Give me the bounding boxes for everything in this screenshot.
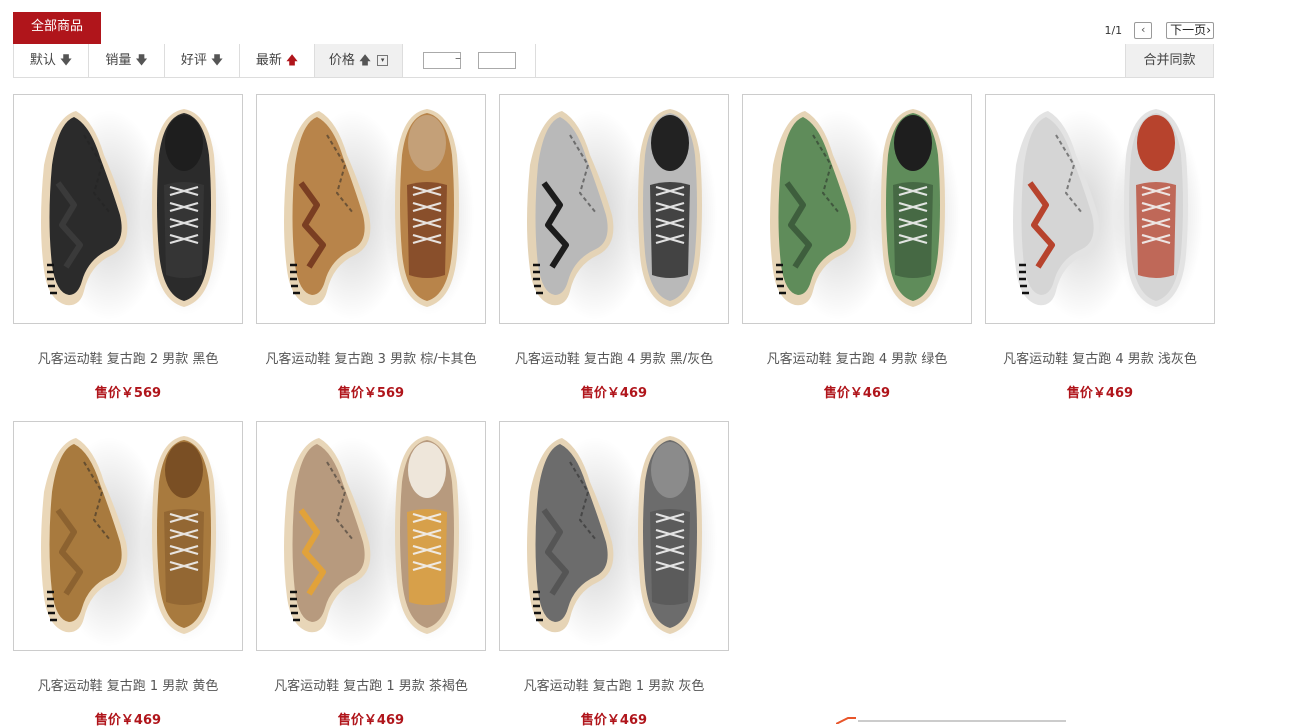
product-image-1	[284, 109, 474, 320]
product-card[interactable]: 凡客运动鞋 复古跑 3 男款 棕/卡其色 售价￥569	[256, 94, 486, 401]
price-range-filter: –	[402, 44, 536, 77]
product-card[interactable]: 凡客运动鞋 复古跑 4 男款 浅灰色 售价￥469	[985, 94, 1215, 401]
sort-rating[interactable]: 好评 🡇	[165, 44, 240, 77]
product-image-2	[527, 109, 717, 320]
product-name[interactable]: 凡客运动鞋 复古跑 1 男款 茶褐色	[256, 675, 486, 694]
arrow-down-icon: 🡇	[59, 53, 73, 67]
sort-sales-label: 销量	[105, 53, 132, 68]
dropdown-caret-icon[interactable]: ▾	[377, 55, 389, 66]
product-name[interactable]: 凡客运动鞋 复古跑 4 男款 黑/灰色	[499, 348, 729, 367]
product-thumbnail[interactable]	[256, 94, 486, 324]
sort-newest[interactable]: 最新 🡅	[240, 44, 315, 77]
product-price: 售价￥469	[580, 713, 648, 728]
sort-price[interactable]: 价格 🡅 ▾	[315, 44, 403, 77]
prev-page-button[interactable]: ‹	[1134, 21, 1153, 39]
merge-same-items-button[interactable]: 合并同款	[1125, 44, 1213, 77]
product-price: 售价￥469	[1066, 386, 1134, 401]
product-price: 售价￥469	[94, 713, 162, 728]
product-image-7	[527, 436, 717, 647]
product-name[interactable]: 凡客运动鞋 复古跑 1 男款 黄色	[13, 675, 243, 694]
next-page-label: 下一页	[1170, 22, 1207, 37]
chevron-right-icon: ›	[1206, 22, 1211, 37]
product-image-4	[1013, 109, 1203, 320]
sort-bar: 默认 🡇 销量 🡇 好评 🡇 最新 🡅 价格 🡅 ▾ – 合并同款	[13, 44, 1214, 78]
product-thumbnail[interactable]	[13, 94, 243, 324]
sort-price-label: 价格	[328, 53, 355, 68]
product-thumbnail[interactable]	[13, 421, 243, 651]
product-price: 售价￥469	[337, 713, 405, 728]
sort-rating-label: 好评	[180, 53, 207, 68]
sort-newest-label: 最新	[255, 53, 282, 68]
product-thumbnail[interactable]	[499, 421, 729, 651]
page-count: 1/1	[1104, 23, 1123, 37]
product-price: 售价￥569	[337, 386, 405, 401]
category-tab-bar: 全部商品 1/1 ‹ 下一页›	[13, 12, 1214, 46]
arrow-up-icon: 🡅	[358, 53, 372, 67]
product-name[interactable]: 凡客运动鞋 复古跑 2 男款 黑色	[13, 348, 243, 367]
tab-all-products[interactable]: 全部商品	[13, 12, 101, 44]
product-image-3	[770, 109, 960, 320]
arrow-down-icon: 🡇	[135, 53, 148, 67]
sort-sales[interactable]: 销量 🡇	[89, 44, 165, 77]
price-range-dash: –	[455, 51, 461, 65]
product-image-0	[41, 109, 231, 320]
product-card[interactable]: 凡客运动鞋 复古跑 1 男款 黄色 售价￥469	[13, 421, 243, 728]
product-name[interactable]: 凡客运动鞋 复古跑 1 男款 灰色	[499, 675, 729, 694]
product-name[interactable]: 凡客运动鞋 复古跑 4 男款 浅灰色	[985, 348, 1215, 367]
arrow-down-icon: 🡇	[210, 53, 224, 67]
product-price: 售价￥569	[94, 386, 162, 401]
product-name[interactable]: 凡客运动鞋 复古跑 3 男款 棕/卡其色	[256, 348, 486, 367]
sort-default-label: 默认	[29, 53, 56, 68]
product-card[interactable]: 凡客运动鞋 复古跑 4 男款 绿色 售价￥469	[742, 94, 972, 401]
arrow-up-icon: 🡅	[285, 53, 299, 67]
product-thumbnail[interactable]	[985, 94, 1215, 324]
product-image-6	[284, 436, 474, 647]
product-price: 售价￥469	[823, 386, 891, 401]
floating-widget-edge	[836, 717, 1066, 724]
product-thumbnail[interactable]	[256, 421, 486, 651]
product-thumbnail[interactable]	[499, 94, 729, 324]
pager: 1/1 ‹ 下一页›	[1104, 21, 1214, 39]
sort-default[interactable]: 默认 🡇	[14, 44, 89, 77]
product-card[interactable]: 凡客运动鞋 复古跑 4 男款 黑/灰色 售价￥469	[499, 94, 729, 401]
product-price: 售价￥469	[580, 386, 648, 401]
product-card[interactable]: 凡客运动鞋 复古跑 2 男款 黑色 售价￥569	[13, 94, 243, 401]
product-card[interactable]: 凡客运动鞋 复古跑 1 男款 灰色 售价￥469	[499, 421, 729, 728]
product-thumbnail[interactable]	[742, 94, 972, 324]
product-image-5	[41, 436, 231, 647]
next-page-button[interactable]: 下一页›	[1166, 21, 1214, 39]
product-name[interactable]: 凡客运动鞋 复古跑 4 男款 绿色	[742, 348, 972, 367]
price-max-input[interactable]	[478, 52, 516, 69]
product-card[interactable]: 凡客运动鞋 复古跑 1 男款 茶褐色 售价￥469	[256, 421, 486, 728]
